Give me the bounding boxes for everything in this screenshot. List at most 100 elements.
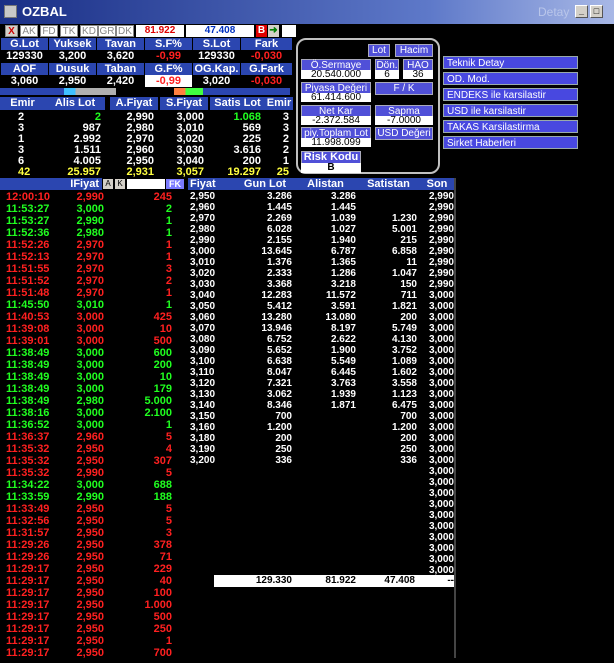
price-cell: 11 [406, 257, 417, 268]
summary-value: -0,99 [145, 50, 192, 62]
depth-header: Emir [0, 97, 45, 110]
tab-dk[interactable]: DK [116, 25, 134, 37]
summary-value: -0,030 [241, 75, 292, 87]
filter-input[interactable] [127, 179, 165, 189]
sort-k-button[interactable]: K [115, 179, 125, 189]
volume-value: 47.408 [186, 25, 254, 37]
summary-header: G.F% [145, 63, 192, 75]
tab-gr[interactable]: GR [98, 25, 116, 37]
summary-value: 3,200 [49, 50, 96, 62]
trade-lot: 5 [165, 431, 172, 443]
son-col-header: Son [420, 178, 454, 190]
trade-time: 11:35:32 [6, 455, 50, 467]
trade-price: 2,950 [76, 575, 104, 587]
price-cell: 336 [400, 455, 417, 466]
price-cell: 3,190 [190, 444, 216, 455]
trade-time: 11:38:49 [6, 395, 50, 407]
price-cell: 13.946 [261, 323, 292, 334]
price-cell: 3,000 [428, 290, 454, 301]
price-cell: 2,990 [428, 191, 454, 202]
trade-lot: 200 [153, 359, 172, 371]
summary-header: Tavan [97, 38, 144, 50]
depth-cell: 3,057 [176, 166, 204, 178]
trade-time: 11:52:13 [6, 251, 50, 263]
trade-lot: 3 [165, 527, 172, 539]
price-cell: 3,180 [190, 433, 216, 444]
tab-tk[interactable]: TK [60, 25, 78, 37]
trade-lot: 4 [165, 443, 172, 455]
price-cell: 3,000 [428, 367, 454, 378]
summary-header: Fark [241, 38, 292, 50]
trade-price: 3,000 [76, 479, 104, 491]
total-cell: 81.922 [325, 575, 356, 586]
trade-lot: 700 [153, 647, 172, 659]
trade-lot: 1 [165, 287, 172, 299]
column-divider [454, 178, 456, 658]
price-cell: 6.858 [391, 246, 417, 257]
trade-lot: 2 [165, 275, 172, 287]
price-cell: 200 [400, 312, 417, 323]
price-cell: 1.200 [391, 422, 417, 433]
menu-usd[interactable]: USD ile karsilastir [443, 104, 578, 117]
trade-price: 2,970 [76, 239, 104, 251]
price-cell: 700 [275, 411, 292, 422]
summary-value: 3,620 [97, 50, 144, 62]
price-cell: 5.749 [391, 323, 417, 334]
b-badge[interactable]: B [256, 25, 267, 37]
arrow-right-icon[interactable]: ➜ [268, 25, 279, 37]
maximize-button[interactable]: □ [590, 5, 603, 18]
hao-value: 36 [403, 70, 433, 80]
price-cell: 3,000 [428, 356, 454, 367]
menu-takas[interactable]: TAKAS Karsilastirma [443, 120, 578, 133]
trade-price: 3,000 [76, 203, 104, 215]
trade-time: 12:00:10 [6, 191, 51, 203]
trade-price: 3,000 [76, 323, 104, 335]
price-cell: 3.752 [391, 345, 417, 356]
price-cell: 3,000 [428, 400, 454, 411]
sort-a-button[interactable]: A [103, 179, 113, 189]
trade-time: 11:35:32 [6, 467, 50, 479]
trade-price: 2,950 [76, 443, 104, 455]
blank-field [282, 25, 296, 37]
trade-price: 2,950 [76, 455, 104, 467]
price-cell: 3,000 [428, 499, 454, 510]
indicator-bar [0, 88, 290, 95]
trade-lot: 3 [165, 263, 172, 275]
trade-time: 11:38:49 [6, 371, 50, 383]
alistan-col-header: Alistan [294, 178, 357, 190]
price-cell: 11.572 [325, 290, 356, 301]
price-cell: 3.286 [266, 191, 292, 202]
price-cell: 3,000 [428, 543, 454, 554]
tab-ak[interactable]: AK [20, 25, 38, 37]
price-cell: 336 [275, 455, 292, 466]
trade-lot: 5 [165, 503, 172, 515]
trade-time: 11:36:37 [6, 431, 50, 443]
trade-price: 3,000 [76, 383, 104, 395]
tab-fd[interactable]: FD [40, 25, 58, 37]
close-icon[interactable]: X [5, 25, 18, 37]
minimize-button[interactable]: _ [575, 5, 588, 18]
summary-header: AOF [1, 63, 48, 75]
risk-kodu-value: B [301, 163, 361, 173]
trade-lot: 5 [165, 515, 172, 527]
trade-lot: 1 [165, 227, 172, 239]
trade-time: 11:38:16 [6, 407, 50, 419]
depth-header: Satis Lot [210, 97, 265, 110]
summary-value: 2,420 [97, 75, 144, 87]
fk-button[interactable]: FK [166, 179, 184, 189]
hacim-button[interactable]: Hacim [395, 44, 433, 57]
lot-button[interactable]: Lot [368, 44, 390, 57]
price-cell: 3,000 [428, 455, 454, 466]
price-cell: 1.230 [391, 213, 417, 224]
usd-degeri-button[interactable]: USD Değeri [375, 127, 433, 140]
menu-sirket-haberleri[interactable]: Sirket Haberleri [443, 136, 578, 149]
menu-teknik-detay[interactable]: Teknik Detay [443, 56, 578, 69]
tab-kd[interactable]: KD [80, 25, 98, 37]
menu-endeks[interactable]: ENDEKS ile karsilastir [443, 88, 578, 101]
trade-price: 3,000 [76, 371, 104, 383]
trade-price: 2,950 [76, 647, 104, 659]
menu-od-mod[interactable]: OD. Mod. [443, 72, 578, 85]
toplam-lot-value: 11.998.099 [301, 138, 371, 148]
summary-value: 129330 [1, 50, 48, 62]
price-cell: 3.368 [266, 279, 292, 290]
